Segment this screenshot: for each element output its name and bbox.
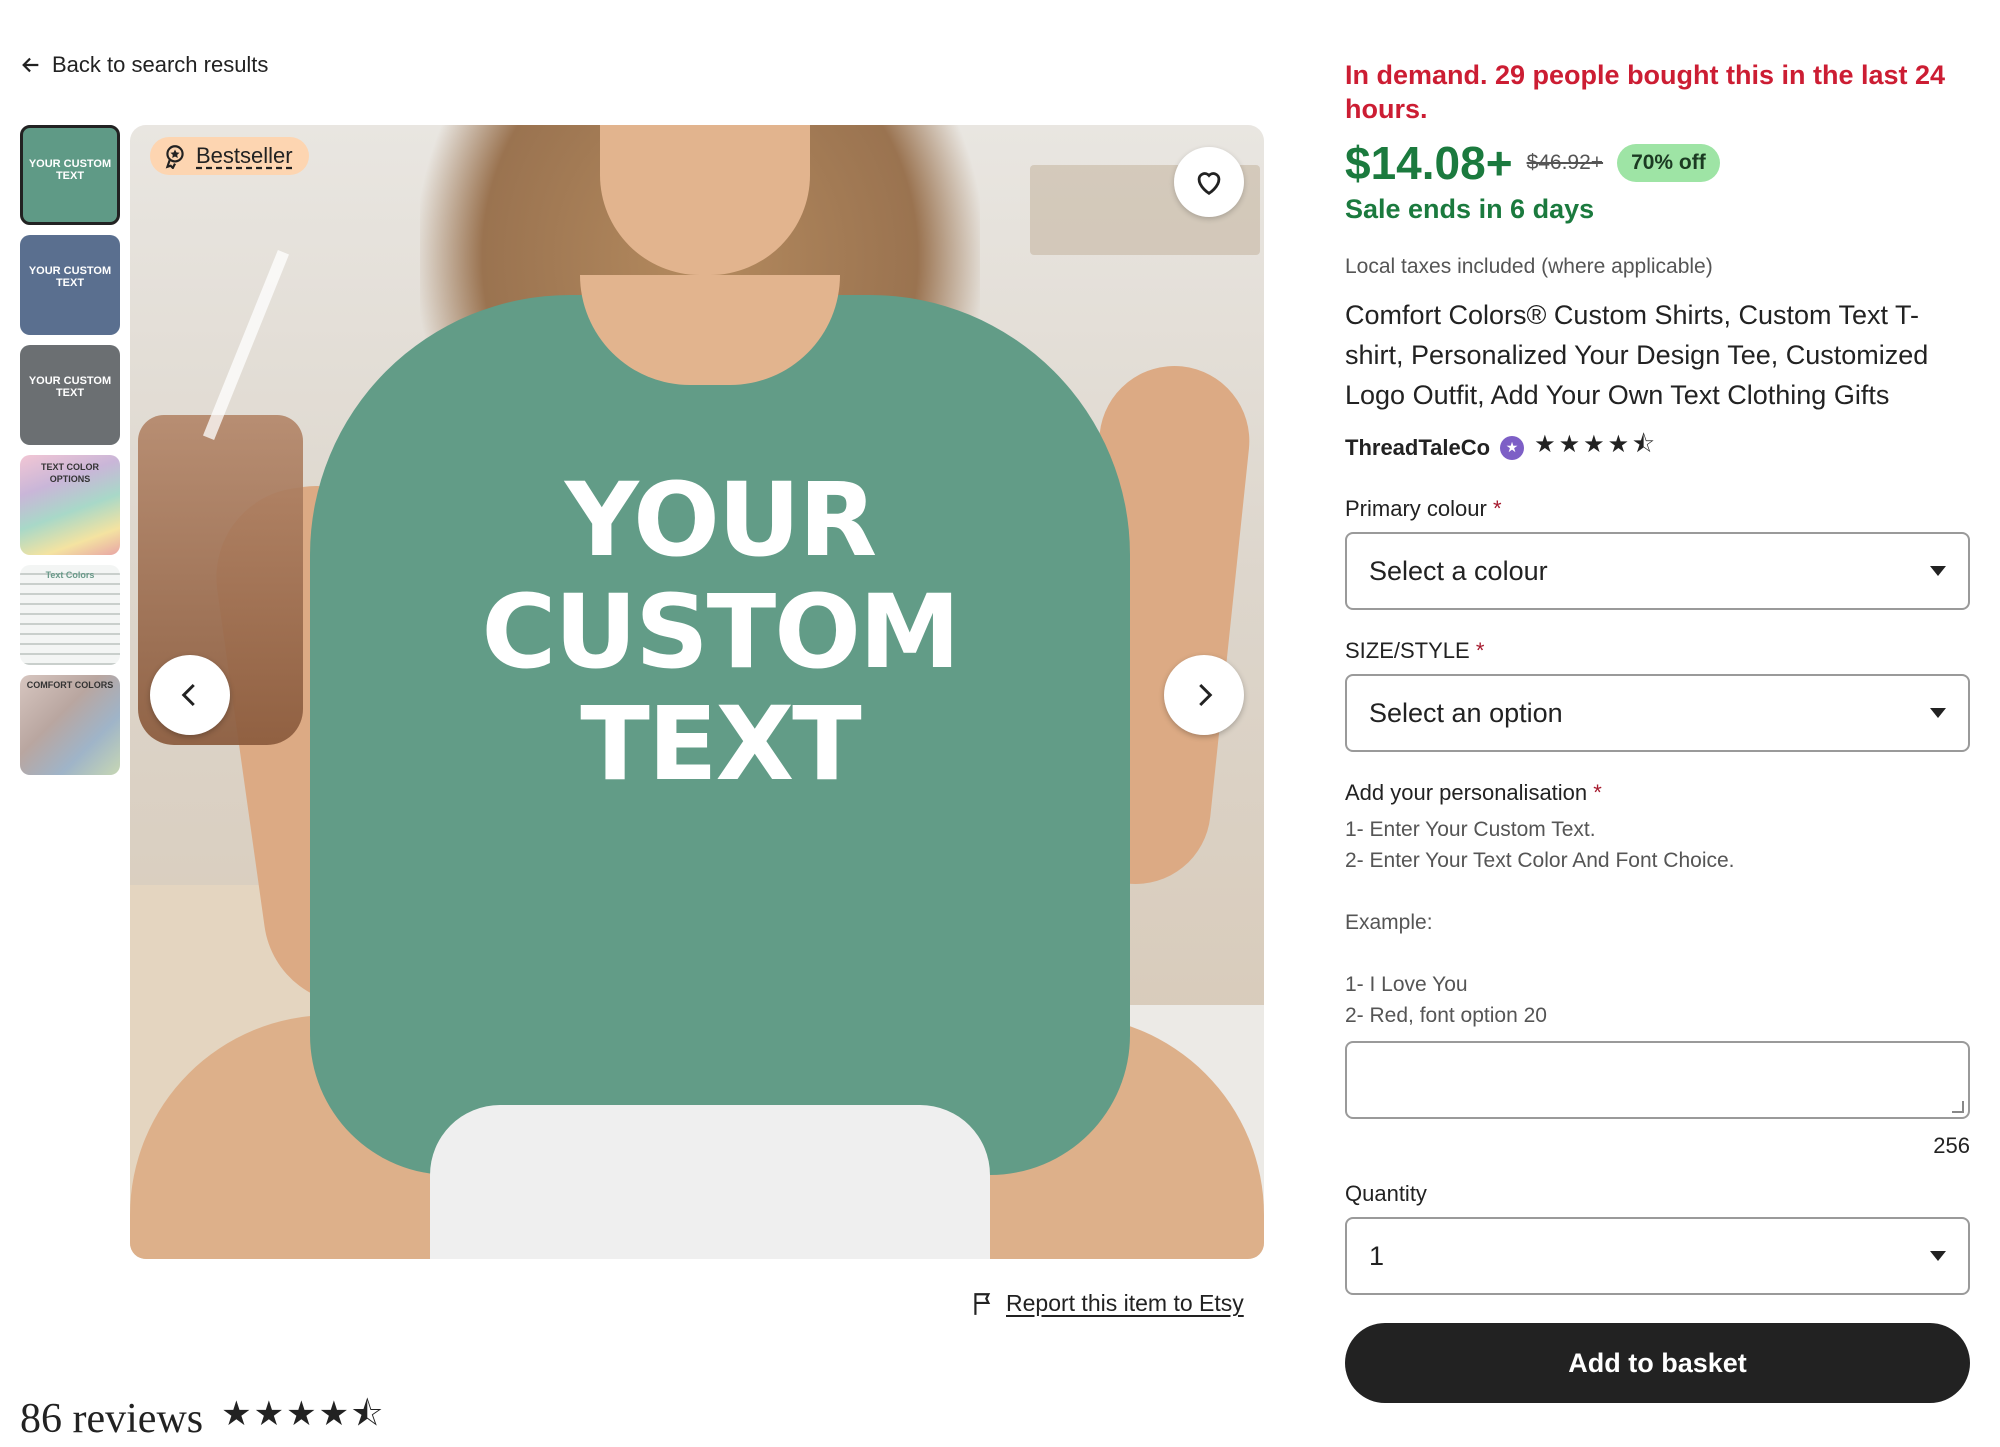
thumbnail-2[interactable]: YOUR CUSTOM TEXT [20, 235, 120, 335]
shop-row: ThreadTaleCo ★ ★★★★⯪ [1345, 427, 1970, 468]
chevron-right-icon [1199, 683, 1213, 707]
next-image-button[interactable] [1164, 655, 1244, 735]
size-style-label: SIZE/STYLE * [1345, 638, 1970, 664]
required-mark: * [1593, 780, 1602, 805]
thumbnail-caption: YOUR CUSTOM TEXT [28, 375, 112, 399]
primary-colour-value: Select a colour [1369, 555, 1548, 586]
add-to-basket-button[interactable]: Add to basket [1345, 1323, 1970, 1403]
required-mark: * [1475, 638, 1485, 663]
thumbnail-caption: TEXT COLOR OPTIONS [41, 462, 99, 484]
primary-colour-label-text: Primary colour [1345, 496, 1487, 521]
thumbnail-caption: Text Colors [45, 570, 95, 580]
image-shorts [430, 1105, 990, 1259]
award-icon [165, 145, 184, 169]
report-item-link[interactable]: Report this item to Etsy [970, 1290, 1244, 1317]
back-link-label: Back to search results [52, 52, 269, 77]
instruction-line: Example: [1345, 911, 1433, 934]
flag-icon [974, 1292, 991, 1315]
thumbnail-1[interactable]: YOUR CUSTOM TEXT [20, 125, 120, 225]
personalisation-label: Add your personalisation * [1345, 780, 1970, 806]
thumbnail-5[interactable]: Text Colors [20, 565, 120, 665]
instruction-line: 2- Enter Your Text Color And Font Choice… [1345, 849, 1735, 872]
quantity-value: 1 [1369, 1240, 1385, 1271]
arrow-left-icon [22, 57, 39, 73]
character-counter: 256 [1933, 1133, 1970, 1158]
tax-note: Local taxes included (where applicable) [1345, 255, 1713, 278]
primary-colour-label: Primary colour * [1345, 496, 1970, 522]
reviews-summary: 86 reviews ★★★★⯪ [20, 1390, 385, 1447]
reviews-rating-stars: ★★★★⯪ [221, 1395, 386, 1433]
caret-down-icon [1930, 1251, 1946, 1261]
shirt-print-text: YOUR CUSTOM TEXT [420, 465, 1020, 801]
size-style-label-text: SIZE/STYLE [1345, 638, 1470, 663]
original-price: $46.92+ [1526, 151, 1604, 174]
quantity-label: Quantity [1345, 1181, 1427, 1206]
image-straw [202, 250, 290, 440]
back-to-search-link[interactable]: Back to search results [20, 52, 268, 78]
demand-notice: In demand. 29 people bought this in the … [1345, 60, 1946, 124]
product-title: Comfort Colors® Custom Shirts, Custom Te… [1345, 300, 1929, 410]
shop-rating-stars: ★★★★⯪ [1534, 431, 1658, 458]
thumbnail-6[interactable]: COMFORT COLORS [20, 675, 120, 775]
primary-colour-select[interactable]: Select a colour [1345, 532, 1970, 610]
star-seller-icon: ★ [1500, 435, 1525, 460]
quantity-select[interactable]: 1 [1345, 1217, 1970, 1295]
favorite-button[interactable] [1174, 147, 1244, 217]
thumbnail-4[interactable]: TEXT COLOR OPTIONS [20, 455, 120, 555]
instruction-line: 1- Enter Your Custom Text. [1345, 818, 1596, 841]
caret-down-icon [1930, 708, 1946, 718]
required-mark: * [1492, 496, 1502, 521]
buy-box: In demand. 29 people bought this in the … [1345, 58, 1970, 1403]
shirt-print-line: CUSTOM [481, 573, 961, 692]
personalisation-label-text: Add your personalisation [1345, 780, 1588, 805]
price-row: $14.08+ $46.92+ 70% off [1345, 136, 1970, 190]
size-style-value: Select an option [1369, 697, 1563, 728]
personalisation-instructions: 1- Enter Your Custom Text. 2- Enter Your… [1345, 814, 1970, 1031]
caret-down-icon [1930, 566, 1946, 576]
product-image[interactable]: YOUR CUSTOM TEXT Bestseller [130, 125, 1264, 1259]
reviews-count: 86 reviews [20, 1395, 204, 1442]
personalisation-textarea[interactable] [1345, 1041, 1970, 1119]
bestseller-label: Bestseller [196, 143, 293, 168]
thumbnail-3[interactable]: YOUR CUSTOM TEXT [20, 345, 120, 445]
sale-ends-text: Sale ends in 6 days [1345, 194, 1595, 224]
shop-name-link[interactable]: ThreadTaleCo [1345, 435, 1490, 461]
chevron-left-icon [181, 683, 195, 707]
bestseller-badge[interactable]: Bestseller [150, 137, 309, 175]
heart-icon [1197, 172, 1221, 196]
report-label: Report this item to Etsy [1006, 1290, 1244, 1316]
current-price: $14.08+ [1345, 137, 1513, 189]
instruction-line: 1- I Love You [1345, 973, 1468, 996]
shirt-print-line: TEXT [580, 685, 861, 804]
previous-image-button[interactable] [150, 655, 230, 735]
thumbnail-caption: YOUR CUSTOM TEXT [28, 265, 112, 289]
thumbnail-list: YOUR CUSTOM TEXT YOUR CUSTOM TEXT YOUR C… [20, 125, 120, 775]
thumbnail-caption: YOUR CUSTOM TEXT [28, 158, 112, 182]
thumbnail-caption: COMFORT COLORS [26, 680, 114, 690]
shirt-print-line: YOUR [564, 461, 877, 580]
discount-badge: 70% off [1617, 144, 1720, 182]
size-style-select[interactable]: Select an option [1345, 674, 1970, 752]
instruction-line: 2- Red, font option 20 [1345, 1004, 1547, 1027]
